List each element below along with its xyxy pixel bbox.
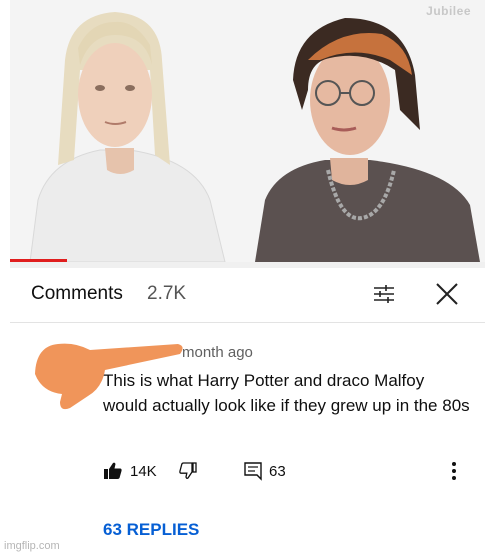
- comments-title: Comments: [31, 283, 123, 304]
- comment-timestamp: month ago: [182, 344, 253, 361]
- comments-header: Comments 2.7K: [10, 270, 485, 323]
- reply-icon[interactable]: [243, 461, 263, 481]
- video-divider: [10, 262, 485, 268]
- comments-count: 2.7K: [147, 283, 187, 304]
- redaction-scribble: [35, 343, 183, 410]
- thumbs-up-icon[interactable]: [103, 461, 123, 481]
- filter-icon[interactable]: [370, 280, 398, 308]
- video-frame: [10, 0, 485, 262]
- close-icon[interactable]: [432, 279, 462, 309]
- thumbs-down-icon[interactable]: [178, 461, 198, 481]
- imgflip-watermark: imgflip.com: [4, 540, 60, 552]
- like-count: 14K: [130, 463, 157, 480]
- channel-watermark: Jubilee: [426, 4, 471, 18]
- view-replies-link[interactable]: 63 REPLIES: [103, 520, 199, 540]
- more-options-icon[interactable]: [450, 460, 458, 482]
- video-player[interactable]: Jubilee: [10, 0, 485, 262]
- reply-count: 63: [269, 463, 286, 480]
- comment-actions: 14K 63: [103, 458, 483, 486]
